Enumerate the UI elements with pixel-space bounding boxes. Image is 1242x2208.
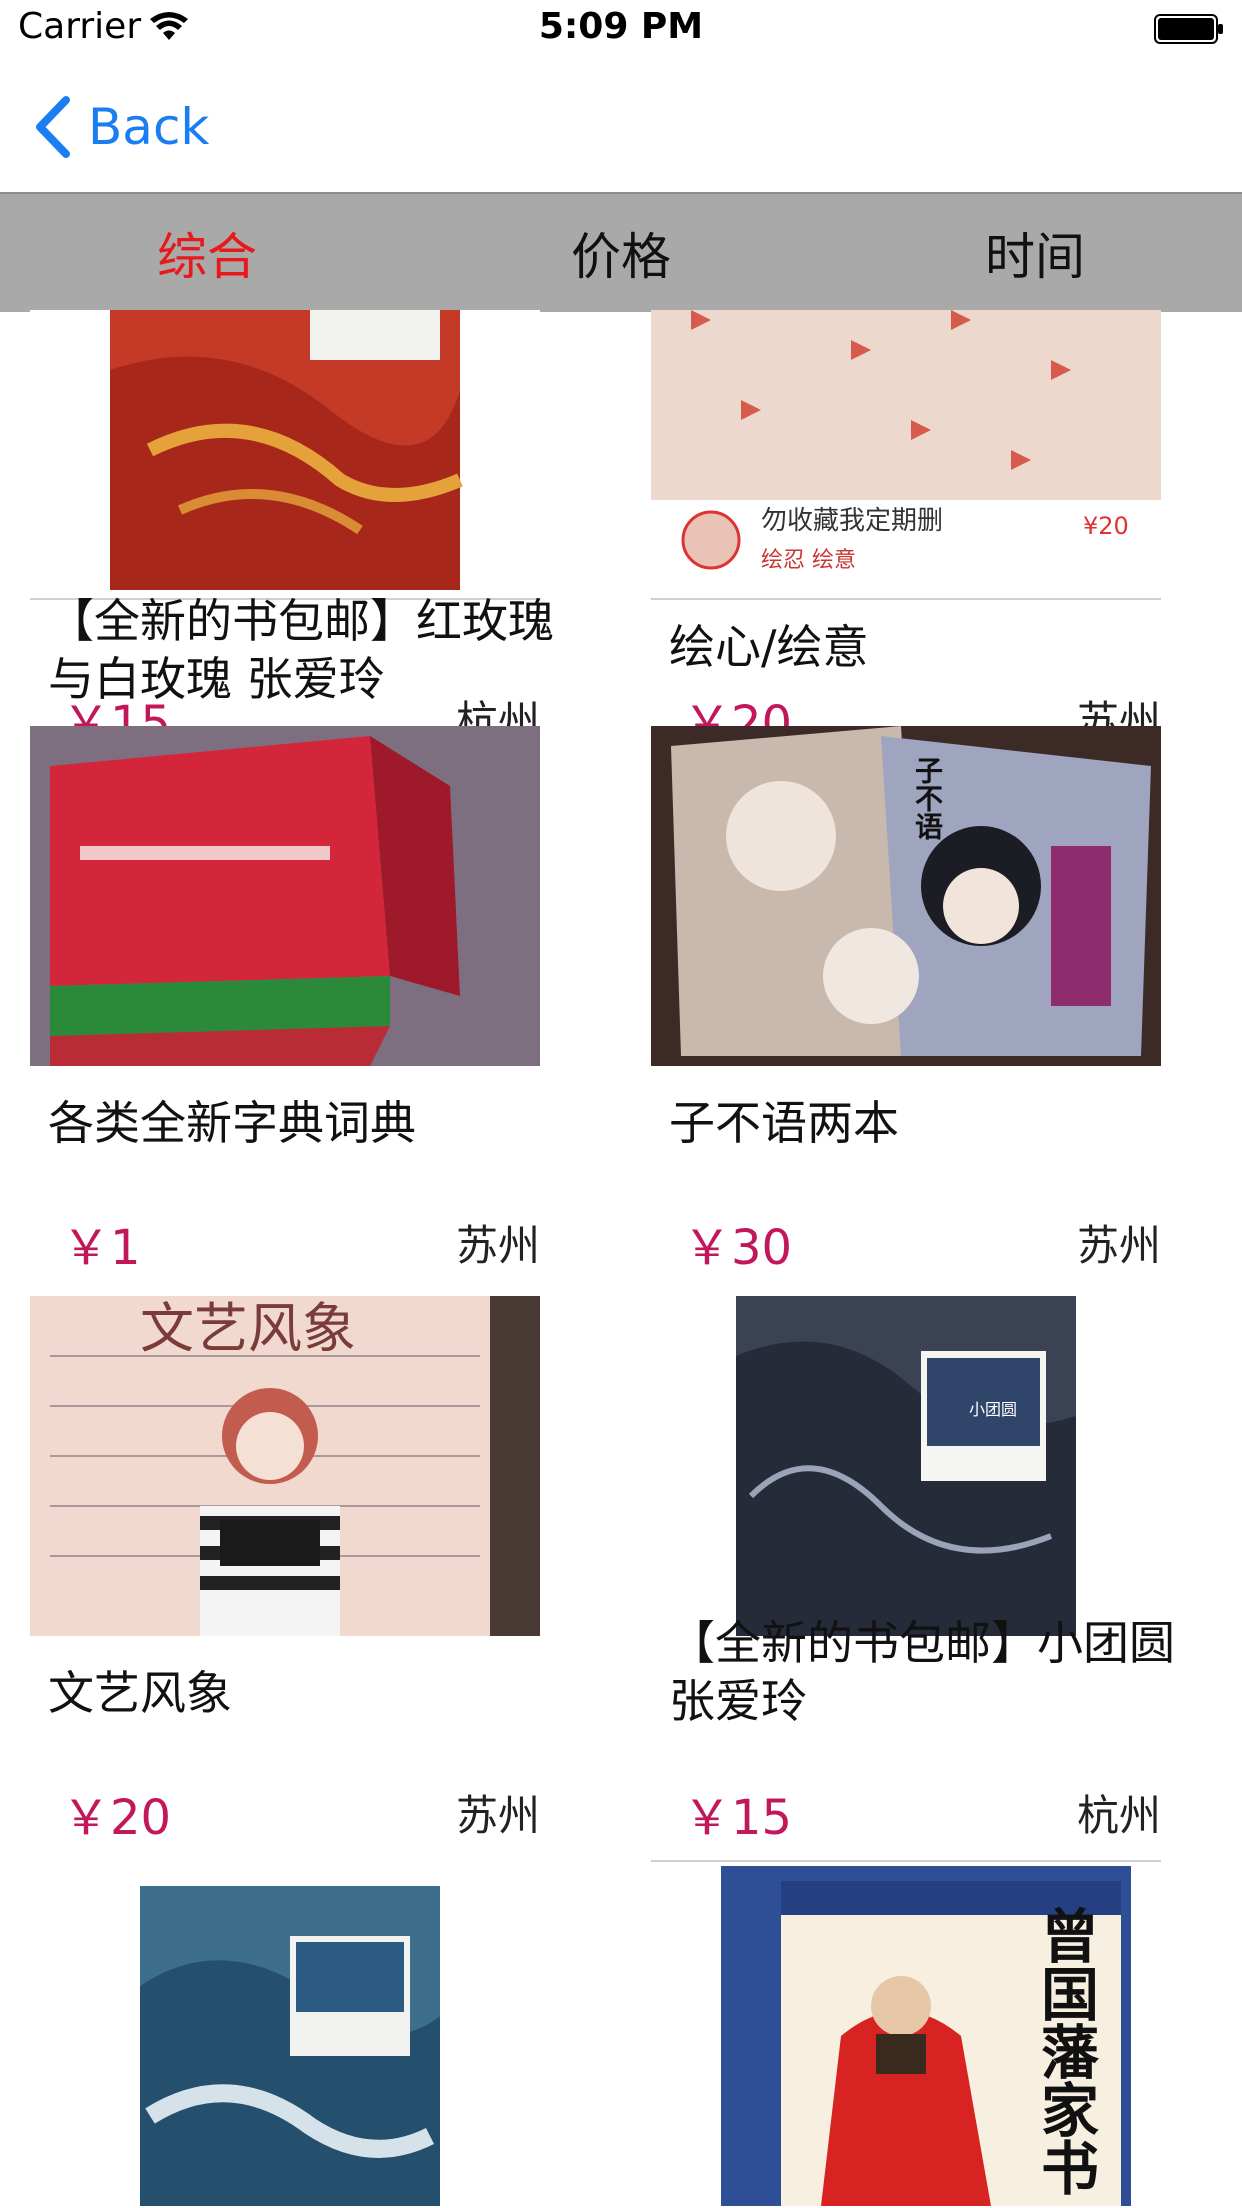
product-image [651, 1296, 1161, 1636]
product-image [651, 726, 1161, 1066]
product-card[interactable]: 【全新的书包邮】红玫瑰与白玫瑰 张爱玲 ￥15 杭州 [30, 310, 554, 752]
back-label: Back [88, 98, 210, 156]
back-button[interactable]: Back [30, 92, 209, 162]
product-title: 文艺风象 [48, 1666, 232, 1720]
tab-time[interactable]: 时间 [828, 194, 1242, 312]
status-bar: Carrier 5:09 PM [0, 0, 1242, 62]
tab-price[interactable]: 价格 [414, 194, 828, 312]
product-price: ￥30 [683, 1220, 793, 1276]
product-city: 苏州 [1076, 1221, 1161, 1270]
product-title: 绘心/绘意 [669, 620, 869, 674]
product-image [30, 310, 540, 590]
product-card[interactable]: 勿收藏我定期删 绘忍 绘意 ¥20 绘心/绘意 ￥20 苏州 [651, 310, 1161, 752]
product-card[interactable]: 各类全新字典词典 ￥1 苏州 [30, 726, 540, 1286]
product-card[interactable] [30, 1866, 540, 2208]
cover-text: 曾国藩家书 [1031, 1906, 1099, 2196]
product-title: 各类全新字典词典 [48, 1096, 416, 1150]
sort-segment-bar: 综合 价格 时间 [0, 192, 1242, 312]
product-price: ￥15 [683, 1790, 793, 1846]
product-price: ￥20 [62, 1790, 172, 1846]
cover-text: 文艺风象 [140, 1297, 356, 1360]
product-card[interactable]: 文艺风象 文艺风象 ￥20 苏州 [30, 1296, 540, 1856]
product-city: 苏州 [455, 1221, 540, 1270]
cover-text: 勿收藏我定期删 [761, 506, 944, 536]
product-title: 子不语两本 [669, 1096, 899, 1150]
product-city: 杭州 [1076, 1791, 1161, 1840]
product-title: 【全新的书包邮】小团圆 张爱玲 [669, 1616, 1175, 1728]
cover-text: 子不语 [911, 756, 944, 840]
navigation-bar: Back [0, 62, 1242, 192]
product-card[interactable]: 子不语 子不语两本 ￥30 苏州 [651, 726, 1161, 1286]
product-card[interactable]: 小团圆 【全新的书包邮】小团圆 张爱玲 ￥15 杭州 [651, 1296, 1175, 1856]
product-image [30, 1866, 540, 2206]
product-image [30, 726, 540, 1066]
product-price: ￥1 [62, 1220, 141, 1276]
cover-text: 小团圆 [969, 1400, 1018, 1419]
chevron-left-icon [36, 96, 70, 158]
clock: 5:09 PM [538, 6, 704, 47]
product-card[interactable]: 曾国藩家书 [651, 1860, 1161, 2208]
product-grid: 【全新的书包邮】红玫瑰与白玫瑰 张爱玲 ￥15 杭州 勿收藏我定期删 绘忍 绘意… [0, 310, 1242, 2208]
battery-icon [1154, 14, 1223, 44]
tab-comprehensive[interactable]: 综合 [0, 194, 414, 312]
product-image [651, 310, 1161, 590]
cover-text: ¥20 [1083, 512, 1129, 540]
cover-text: 绘忍 绘意 [761, 548, 856, 573]
product-city: 苏州 [455, 1791, 540, 1840]
